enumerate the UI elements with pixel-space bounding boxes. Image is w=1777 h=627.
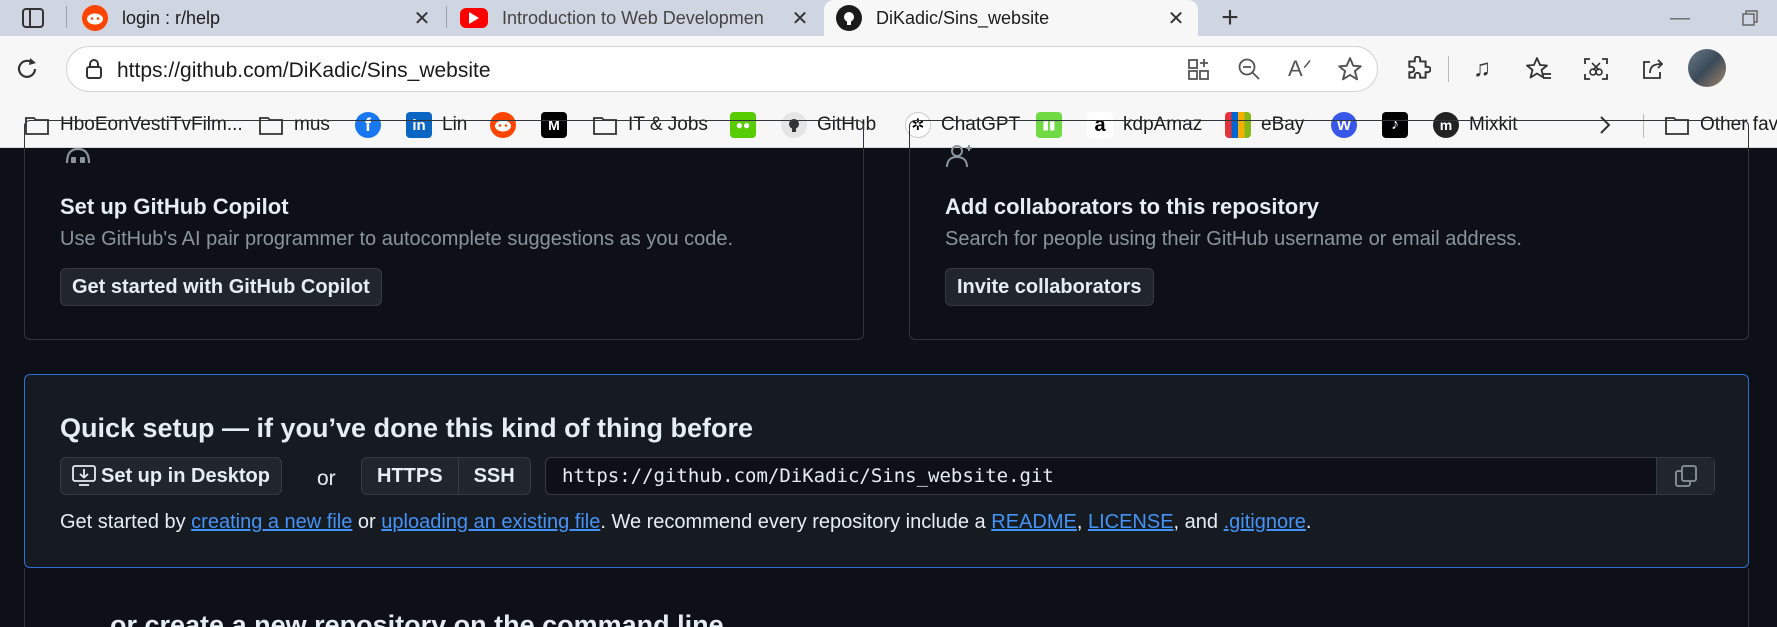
minimize-icon[interactable]: —: [1665, 3, 1695, 33]
tab-divider: [66, 6, 67, 28]
desktop-button-label: Set up in Desktop: [101, 464, 270, 487]
text-segment: or: [352, 511, 382, 533]
command-line-title: …or create a new repository on the comma…: [83, 610, 724, 627]
clone-url-text: https://github.com/DiKadic/Sins_website.…: [562, 465, 1054, 487]
close-icon[interactable]: ✕: [410, 6, 434, 31]
lock-icon[interactable]: [79, 54, 109, 84]
desktop-download-icon: [72, 465, 96, 487]
copilot-description: Use GitHub's AI pair programmer to autoc…: [60, 228, 734, 250]
close-icon[interactable]: ✕: [788, 6, 812, 31]
address-bar[interactable]: https://github.com/DiKadic/Sins_website …: [66, 46, 1378, 92]
profile-avatar-icon[interactable]: [1688, 49, 1726, 87]
new-tab-icon[interactable]: +: [1215, 1, 1245, 34]
url-text: https://github.com/DiKadic/Sins_website: [117, 59, 491, 82]
reload-icon[interactable]: [12, 54, 42, 84]
person-add-icon: [945, 141, 975, 174]
tab-web-dev-intro[interactable]: Introduction to Web Developmen ✕: [448, 0, 822, 36]
copy-to-clipboard-icon[interactable]: [1656, 458, 1714, 494]
browser-toolbar: https://github.com/DiKadic/Sins_website …: [0, 36, 1777, 102]
collaborators-description: Search for people using their GitHub use…: [945, 228, 1522, 250]
get-started-copilot-button[interactable]: Get started with GitHub Copilot: [60, 268, 382, 306]
or-label: or: [317, 467, 336, 490]
tab-actions-icon[interactable]: [18, 3, 48, 33]
favorite-star-icon[interactable]: [1335, 54, 1365, 84]
readme-link[interactable]: README: [991, 511, 1077, 533]
close-icon[interactable]: ✕: [1164, 6, 1188, 31]
github-icon: [836, 5, 862, 31]
command-line-section: …or create a new repository on the comma…: [24, 568, 1749, 627]
copilot-card: Set up GitHub Copilot Use GitHub's AI pa…: [24, 120, 864, 340]
clone-url-input[interactable]: https://github.com/DiKadic/Sins_website.…: [545, 457, 1715, 495]
ssh-tab[interactable]: SSH: [457, 458, 530, 494]
tab-sins-website[interactable]: DiKadic/Sins_website ✕: [824, 0, 1198, 36]
collaborators-card: Add collaborators to this repository Sea…: [909, 120, 1749, 340]
text-segment: , and: [1173, 511, 1224, 533]
tab-reddit-help[interactable]: login : r/help ✕: [70, 0, 444, 36]
youtube-icon: [460, 8, 488, 28]
copilot-title: Set up GitHub Copilot: [60, 194, 289, 219]
get-started-text: Get started by creating a new file or up…: [60, 511, 1311, 534]
toolbar-divider: [1448, 56, 1449, 82]
license-link[interactable]: LICENSE: [1088, 511, 1174, 533]
set-up-in-desktop-button[interactable]: Set up in Desktop: [60, 457, 282, 495]
https-tab[interactable]: HTTPS: [362, 458, 458, 494]
web-capture-icon[interactable]: [1581, 54, 1611, 84]
browser-tab-bar: login : r/help ✕ Introduction to Web Dev…: [0, 0, 1777, 36]
text-segment: ,: [1076, 511, 1088, 533]
invite-collaborators-button[interactable]: Invite collaborators: [945, 268, 1154, 306]
quick-setup-title: Quick setup — if you’ve done this kind o…: [60, 413, 754, 443]
restore-icon[interactable]: [1735, 3, 1765, 33]
collaborators-title: Add collaborators to this repository: [945, 194, 1320, 219]
creating-new-file-link[interactable]: creating a new file: [191, 511, 352, 533]
favorites-icon[interactable]: [1524, 54, 1554, 84]
text-segment: . We recommend every repository include …: [600, 511, 992, 533]
gitignore-link[interactable]: .gitignore: [1224, 511, 1306, 533]
text-segment: .: [1305, 511, 1312, 533]
tab-title: login : r/help: [122, 7, 221, 28]
zoom-out-icon[interactable]: [1234, 54, 1264, 84]
quick-setup-panel: Quick setup — if you’ve done this kind o…: [24, 374, 1749, 568]
reddit-icon: [82, 5, 108, 31]
apps-available-icon[interactable]: [1184, 54, 1214, 84]
protocol-toggle: HTTPS SSH: [361, 457, 531, 495]
tab-divider: [446, 6, 447, 28]
read-aloud-icon[interactable]: A͏ᐟ: [1285, 54, 1315, 84]
text-segment: Get started by: [60, 511, 192, 533]
extensions-icon[interactable]: [1403, 54, 1433, 84]
share-icon[interactable]: [1638, 54, 1668, 84]
copilot-icon: [61, 143, 95, 174]
uploading-existing-file-link[interactable]: uploading an existing file: [381, 511, 600, 533]
tab-title: DiKadic/Sins_website: [876, 7, 1050, 28]
tab-title: Introduction to Web Developmen: [502, 7, 764, 28]
media-control-icon[interactable]: ♫: [1467, 54, 1497, 84]
